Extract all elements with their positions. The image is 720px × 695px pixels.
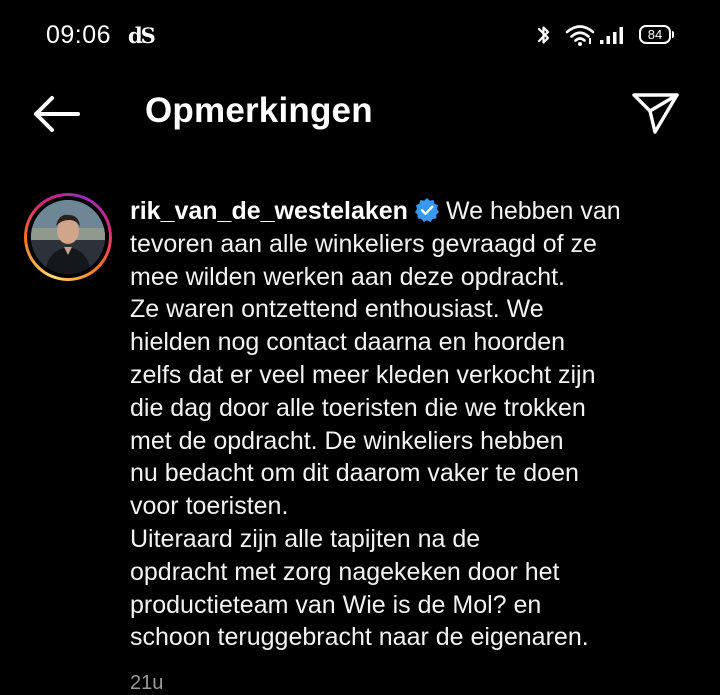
page-title: Opmerkingen (145, 91, 373, 130)
avatar (31, 200, 105, 274)
comment-line: Ze waren ontzettend enthousiast. We (130, 295, 544, 324)
comment-line: met de opdracht. De winkeliers hebben (130, 426, 564, 455)
comment-line: Uiteraard zijn alle tapijten na de (130, 524, 481, 553)
back-button[interactable] (30, 94, 82, 134)
status-time: 09:06 (46, 21, 112, 49)
battery-icon: 84 (639, 25, 671, 44)
header-bar: Opmerkingen (0, 80, 720, 146)
comment-line: hielden nog contact daarna en hoorden (130, 328, 566, 357)
verified-badge-icon (414, 198, 439, 222)
battery-tip (672, 31, 674, 38)
comment-first-line: rik_van_de_westelaken We hebben van (130, 195, 700, 228)
paper-plane-icon (632, 93, 679, 134)
comment-text: rik_van_de_westelaken We hebben van tevo… (130, 195, 700, 654)
comment-line: voor toeristen. (130, 492, 289, 521)
avatar-story-ring[interactable] (24, 193, 112, 281)
comment-username[interactable]: rik_van_de_westelaken (130, 197, 408, 225)
comment-line: opdracht met zorg nagekeken door het (130, 557, 560, 586)
signal-icon (600, 27, 623, 44)
comment-line: nu bedacht om dit daarom vaker te doen (130, 459, 579, 488)
status-bar: 09:06 dS 84 (0, 0, 720, 70)
comment-timestamp: 21u (130, 672, 164, 694)
wifi-icon (565, 25, 595, 46)
comment-line: zelfs dat er veel meer kleden verkocht z… (130, 360, 596, 389)
share-button[interactable] (630, 90, 682, 136)
comment-line: schoon teruggebracht naar de eigenaren. (130, 623, 589, 652)
comment-line: We hebben van (445, 197, 621, 225)
avatar-portrait (31, 200, 105, 274)
comment-line: mee wilden werken aan deze opdracht. (130, 262, 565, 291)
app-notification-icon: dS (128, 23, 156, 48)
bluetooth-icon (537, 26, 550, 44)
arrow-left-icon (34, 96, 80, 132)
comment-line: tevoren aan alle winkeliers gevraagd of … (130, 229, 597, 258)
comment-line: die dag door alle toeristen die we trokk… (130, 393, 586, 422)
comment-line: productieteam van Wie is de Mol? en (130, 590, 542, 619)
